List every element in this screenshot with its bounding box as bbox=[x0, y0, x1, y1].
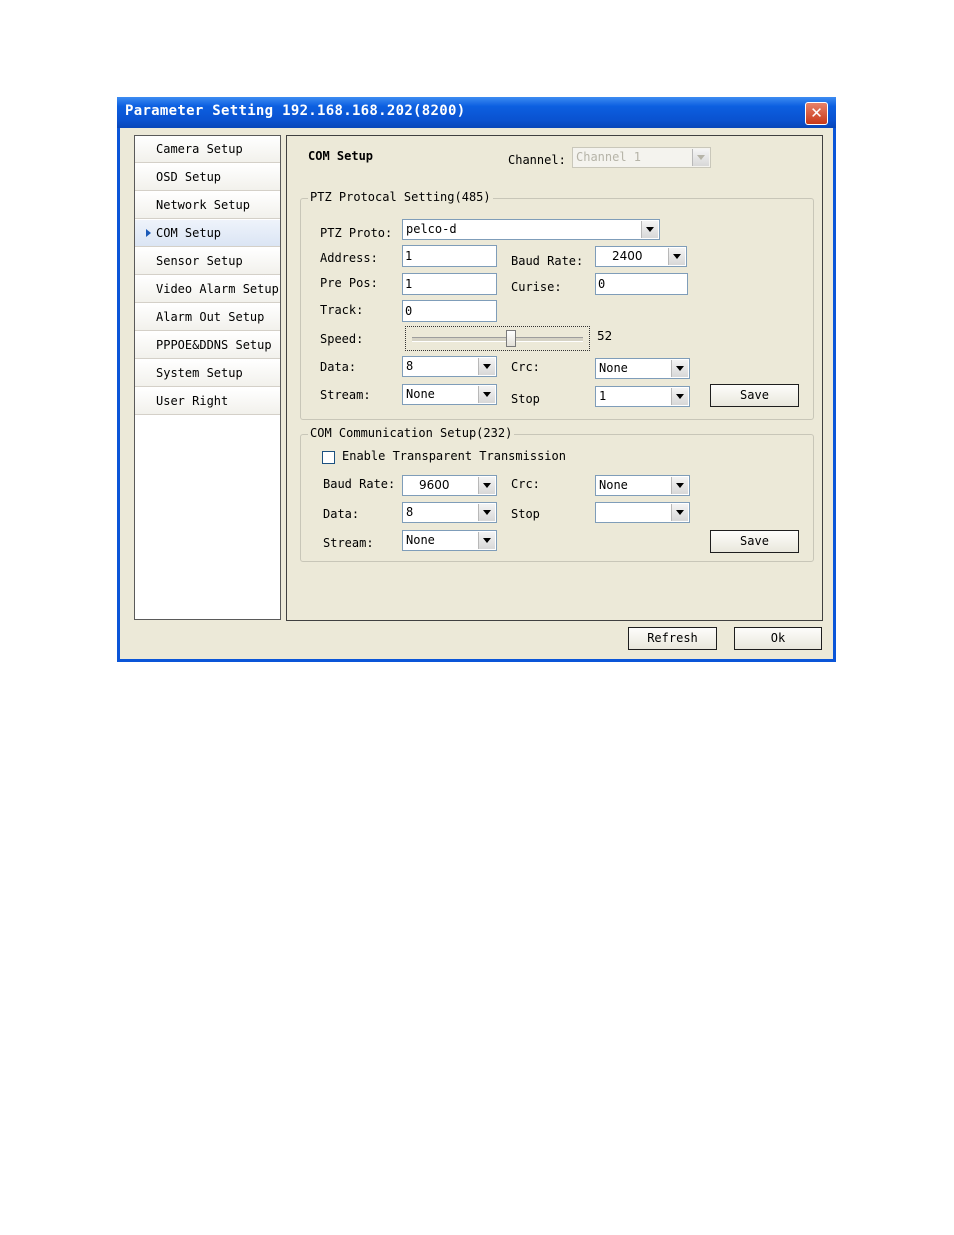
ptz-stop-value: 1 bbox=[599, 389, 607, 403]
chevron-down-icon bbox=[478, 532, 495, 549]
address-label: Address: bbox=[320, 251, 378, 265]
title-bar[interactable]: Parameter Setting 192.168.168.202(8200) … bbox=[117, 97, 836, 128]
ptz-stream-value: None bbox=[406, 387, 435, 401]
sidebar-item-alarm-out-setup[interactable]: Alarm Out Setup bbox=[135, 304, 280, 331]
ptz-stop-select[interactable]: 1 bbox=[595, 386, 690, 407]
pre-pos-field[interactable]: 1 bbox=[402, 273, 497, 295]
com-baud-rate-value: 9600 bbox=[419, 478, 450, 492]
sidebar-item-label: COM Setup bbox=[156, 226, 222, 240]
ptz-stream-select[interactable]: None bbox=[402, 384, 497, 405]
speed-slider-thumb[interactable] bbox=[506, 330, 516, 347]
channel-select-value: Channel 1 bbox=[576, 150, 642, 164]
ptz-baud-rate-label: Baud Rate: bbox=[511, 254, 584, 268]
curise-field[interactable]: 0 bbox=[595, 273, 688, 295]
ptz-crc-select[interactable]: None bbox=[595, 358, 690, 379]
ptz-proto-label: PTZ Proto: bbox=[320, 226, 393, 240]
ptz-crc-value: None bbox=[599, 361, 628, 375]
sidebar-item-label: Sensor Setup bbox=[156, 254, 243, 268]
close-icon[interactable]: ✕ bbox=[805, 102, 828, 125]
channel-label: Channel: bbox=[508, 153, 566, 167]
selected-arrow-icon bbox=[146, 229, 151, 237]
speed-slider[interactable] bbox=[405, 326, 590, 351]
chevron-down-icon bbox=[692, 149, 709, 166]
window-client-area: Camera Setup OSD Setup Network Setup COM… bbox=[120, 128, 833, 659]
ptz-group-legend: PTZ Protocal Setting(485) bbox=[308, 190, 493, 204]
sidebar-item-label: User Right bbox=[156, 394, 229, 408]
chevron-down-icon bbox=[478, 504, 495, 521]
sidebar-item-label: OSD Setup bbox=[156, 170, 222, 184]
sidebar-item-label: Alarm Out Setup bbox=[156, 310, 265, 324]
com-stream-label: Stream: bbox=[323, 536, 374, 550]
com-crc-value: None bbox=[599, 478, 628, 492]
sidebar-item-label: Camera Setup bbox=[156, 142, 243, 156]
channel-select[interactable]: Channel 1 bbox=[572, 147, 711, 168]
address-field[interactable]: 1 bbox=[402, 245, 497, 267]
com-baud-rate-select[interactable]: 9600 bbox=[402, 475, 497, 496]
com-data-value: 8 bbox=[406, 505, 414, 519]
ptz-data-value: 8 bbox=[406, 359, 414, 373]
chevron-down-icon bbox=[478, 477, 495, 494]
track-field[interactable]: 0 bbox=[402, 300, 497, 322]
pre-pos-label: Pre Pos: bbox=[320, 276, 378, 290]
ptz-proto-select[interactable]: pelco-d bbox=[402, 219, 660, 240]
com-baud-rate-label: Baud Rate: bbox=[323, 477, 396, 491]
com-group-legend: COM Communication Setup(232) bbox=[308, 426, 515, 440]
chevron-down-icon bbox=[478, 386, 495, 403]
ptz-baud-rate-select[interactable]: 2400 bbox=[595, 246, 687, 267]
sidebar-item-system-setup[interactable]: System Setup bbox=[135, 360, 280, 387]
window-title: Parameter Setting 192.168.168.202(8200) bbox=[125, 103, 466, 119]
com-crc-select[interactable]: None bbox=[595, 475, 690, 496]
sidebar-item-user-right[interactable]: User Right bbox=[135, 388, 280, 415]
speed-label: Speed: bbox=[320, 332, 364, 346]
com-stop-select[interactable] bbox=[595, 502, 690, 523]
com-stream-select[interactable]: None bbox=[402, 530, 497, 551]
transparent-transmission-label: Enable Transparent Transmission bbox=[342, 449, 566, 463]
sidebar-item-com-setup[interactable]: COM Setup bbox=[135, 220, 280, 247]
ptz-crc-label: Crc: bbox=[511, 360, 540, 374]
sidebar-item-label: System Setup bbox=[156, 366, 243, 380]
curise-label: Curise: bbox=[511, 280, 562, 294]
ptz-baud-rate-value: 2400 bbox=[612, 249, 643, 263]
com-setup-panel: COM Setup Channel: Channel 1 PTZ Protoca… bbox=[286, 135, 823, 621]
com-save-button[interactable]: Save bbox=[710, 530, 799, 553]
page-title: COM Setup bbox=[308, 149, 374, 163]
com-data-label: Data: bbox=[323, 507, 360, 521]
chevron-down-icon bbox=[668, 248, 685, 265]
chevron-down-icon bbox=[478, 358, 495, 375]
chevron-down-icon bbox=[671, 504, 688, 521]
com-crc-label: Crc: bbox=[511, 477, 540, 491]
com-data-select[interactable]: 8 bbox=[402, 502, 497, 523]
ptz-save-button[interactable]: Save bbox=[710, 384, 799, 407]
com-stop-label: Stop bbox=[511, 507, 540, 521]
sidebar-item-osd-setup[interactable]: OSD Setup bbox=[135, 164, 280, 191]
sidebar-item-camera-setup[interactable]: Camera Setup bbox=[135, 136, 280, 163]
sidebar-item-pppoe-ddns-setup[interactable]: PPPOE&DDNS Setup bbox=[135, 332, 280, 359]
sidebar-item-label: Network Setup bbox=[156, 198, 250, 212]
sidebar-menu: Camera Setup OSD Setup Network Setup COM… bbox=[134, 135, 281, 620]
ptz-data-label: Data: bbox=[320, 360, 357, 374]
ptz-stop-label: Stop bbox=[511, 392, 540, 406]
chevron-down-icon bbox=[671, 477, 688, 494]
refresh-button[interactable]: Refresh bbox=[628, 627, 717, 650]
transparent-transmission-checkbox[interactable] bbox=[322, 451, 335, 464]
sidebar-item-video-alarm-setup[interactable]: Video Alarm Setup bbox=[135, 276, 280, 303]
chevron-down-icon bbox=[671, 360, 688, 377]
ptz-data-select[interactable]: 8 bbox=[402, 356, 497, 377]
sidebar-item-sensor-setup[interactable]: Sensor Setup bbox=[135, 248, 280, 275]
com-stream-value: None bbox=[406, 533, 435, 547]
sidebar-item-network-setup[interactable]: Network Setup bbox=[135, 192, 280, 219]
sidebar-item-label: PPPOE&DDNS Setup bbox=[156, 338, 272, 352]
ok-button[interactable]: Ok bbox=[734, 627, 822, 650]
ptz-proto-value: pelco-d bbox=[406, 222, 457, 236]
speed-slider-track bbox=[412, 337, 583, 342]
speed-value: 52 bbox=[597, 329, 613, 343]
parameter-setting-window: Parameter Setting 192.168.168.202(8200) … bbox=[117, 97, 836, 662]
chevron-down-icon bbox=[671, 388, 688, 405]
sidebar-item-label: Video Alarm Setup bbox=[156, 282, 279, 296]
track-label: Track: bbox=[320, 303, 364, 317]
ptz-stream-label: Stream: bbox=[320, 388, 371, 402]
chevron-down-icon bbox=[641, 221, 658, 238]
